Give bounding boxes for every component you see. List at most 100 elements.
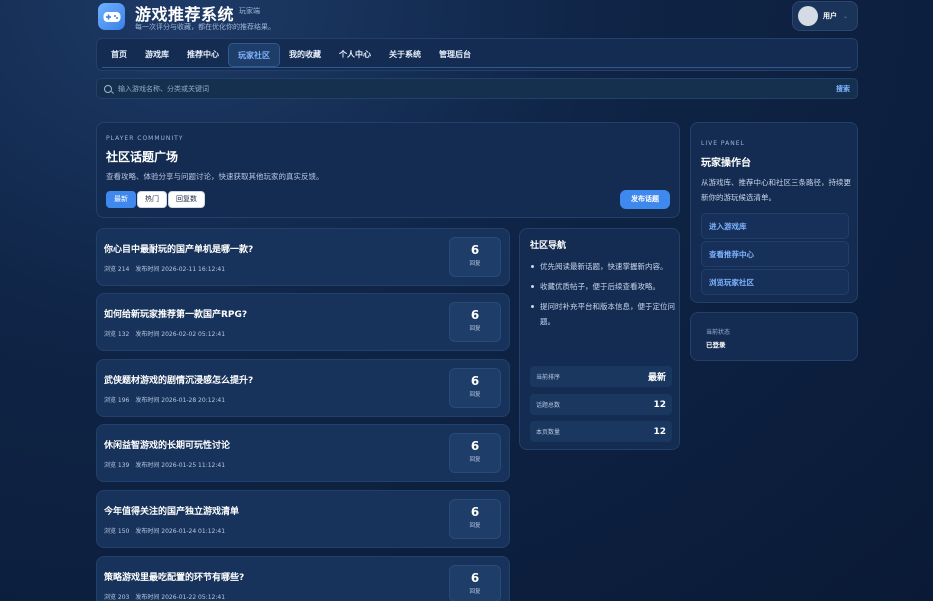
stat-label: 本页数量 [536, 429, 561, 436]
stat-page-count: 本页数量 12 [530, 421, 672, 442]
guide-tips: 优先阅读最新话题，快速掌握新内容。 收藏优质帖子，便于后续查看攻略。 提问时补充… [530, 259, 675, 334]
stat-label: 当前排序 [536, 374, 561, 381]
topic-card[interactable]: 武侠题材游戏的剧情沉浸感怎么提升? 浏览 196 发布时间 2026-01-28 … [96, 359, 510, 417]
reply-count: 6 [470, 439, 480, 453]
app-subtitle: 每一次评分与收藏，都在优化你的推荐结果。 [135, 23, 275, 31]
topic-card[interactable]: 休闲益智游戏的长期可玩性讨论 浏览 139 发布时间 2026-01-25 11:… [96, 424, 510, 482]
nav-item-community[interactable]: 玩家社区 [228, 42, 280, 67]
topic-title[interactable]: 今年值得关注的国产独立游戏清单 [104, 504, 239, 517]
topic-meta: 浏览 203 发布时间 2026-01-22 05:12:41 [104, 592, 225, 601]
guide-tip: 收藏优质帖子，便于后续查看攻略。 [530, 279, 675, 294]
community-header-card: PLAYER COMMUNITY 社区话题广场 查看攻略、体验分享与问题讨论，快… [96, 122, 680, 218]
sort-tabs: 最新 热门 回复数 [106, 191, 205, 208]
topic-time: 发布时间 2026-01-24 01:12:41 [135, 528, 226, 535]
community-kicker: PLAYER COMMUNITY [106, 135, 184, 142]
login-status-card: 当前状态 已登录 [690, 312, 858, 361]
chevron-down-icon: ⌄ [843, 12, 849, 20]
community-guide-card: 社区导航 优先阅读最新话题，快速掌握新内容。 收藏优质帖子，便于后续查看攻略。 … [519, 228, 680, 450]
reply-label: 回复 [469, 261, 481, 267]
gamepad-icon [103, 11, 120, 22]
reply-count-box: 6 回复 [449, 499, 501, 539]
stat-value: 最新 [647, 373, 666, 383]
topic-title[interactable]: 策略游戏里最吃配置的环节有哪些? [104, 570, 244, 583]
sort-hot-button[interactable]: 热门 [137, 191, 167, 208]
topic-time: 发布时间 2026-01-22 05:12:41 [135, 594, 226, 601]
link-recommendations[interactable]: 查看推荐中心 [701, 241, 849, 267]
link-game-library[interactable]: 进入游戏库 [701, 213, 849, 239]
nav-item-profile[interactable]: 个人中心 [330, 43, 380, 67]
live-panel-description: 从游戏库、推荐中心和社区三条路径，持续更新你的游玩候选清单。 [701, 178, 851, 202]
sort-replies-button[interactable]: 回复数 [168, 191, 205, 208]
new-topic-button[interactable]: 发布话题 [620, 190, 670, 209]
guide-tip: 提问时补充平台和版本信息，便于定位问题。 [530, 299, 675, 329]
topic-views: 浏览 132 [104, 331, 130, 338]
topic-meta: 浏览 132 发布时间 2026-02-02 05:12:41 [104, 329, 225, 338]
topic-meta: 浏览 196 发布时间 2026-01-28 20:12:41 [104, 395, 225, 404]
nav-item-about[interactable]: 关于系统 [380, 43, 430, 67]
search-icon [104, 84, 112, 93]
live-panel-kicker: LIVE PANEL [701, 140, 745, 147]
reply-count-box: 6 回复 [449, 433, 501, 473]
reply-count-box: 6 回复 [449, 237, 501, 277]
avatar [798, 6, 818, 26]
live-panel-title: 玩家操作台 [701, 158, 751, 169]
topic-meta: 浏览 139 发布时间 2026-01-25 11:12:41 [104, 460, 225, 469]
nav-item-recommendations[interactable]: 推荐中心 [178, 43, 228, 67]
sort-latest-button[interactable]: 最新 [106, 191, 136, 208]
main-nav: 首页 游戏库 推荐中心 玩家社区 我的收藏 个人中心 关于系统 管理后台 [96, 38, 858, 71]
page-title: 社区话题广场 [106, 150, 179, 164]
status-badge: 已登录 [706, 341, 726, 349]
reply-count: 6 [470, 243, 480, 257]
stat-total-topics: 话题总数 12 [530, 394, 672, 415]
nav-item-favorites[interactable]: 我的收藏 [280, 43, 330, 67]
topic-title[interactable]: 武侠题材游戏的剧情沉浸感怎么提升? [104, 373, 253, 386]
topic-card[interactable]: 如何给新玩家推荐第一款国产RPG? 浏览 132 发布时间 2026-02-02 … [96, 293, 510, 351]
nav-item-home[interactable]: 首页 [102, 43, 136, 67]
reply-count-box: 6 回复 [449, 368, 501, 408]
topic-card[interactable]: 你心目中最耐玩的国产单机是哪一款? 浏览 214 发布时间 2026-02-11 … [96, 228, 510, 286]
app-header: 游戏推荐系统 玩家端 每一次评分与收藏，都在优化你的推荐结果。 用户 ⌄ [96, 0, 858, 38]
stat-label: 话题总数 [536, 402, 561, 409]
topic-title[interactable]: 休闲益智游戏的长期可玩性讨论 [104, 438, 230, 451]
stat-value: 12 [653, 426, 666, 437]
nav-item-admin[interactable]: 管理后台 [430, 43, 480, 67]
guide-tip: 优先阅读最新话题，快速掌握新内容。 [530, 259, 675, 274]
nav-bar: 首页 游戏库 推荐中心 玩家社区 我的收藏 个人中心 关于系统 管理后台 [102, 42, 851, 68]
role-badge: 玩家端 [239, 7, 260, 15]
reply-label: 回复 [469, 523, 481, 529]
topic-views: 浏览 214 [104, 266, 130, 273]
topic-card[interactable]: 策略游戏里最吃配置的环节有哪些? 浏览 203 发布时间 2026-01-22 0… [96, 556, 510, 601]
topic-meta: 浏览 214 发布时间 2026-02-11 16:12:41 [104, 264, 225, 273]
topic-views: 浏览 150 [104, 528, 130, 535]
reply-count-box: 6 回复 [449, 302, 501, 342]
topic-time: 发布时间 2026-02-11 16:12:41 [135, 266, 226, 273]
reply-label: 回复 [469, 326, 481, 332]
topic-meta: 浏览 150 发布时间 2026-01-24 01:12:41 [104, 526, 225, 535]
link-community[interactable]: 浏览玩家社区 [701, 269, 849, 295]
guide-title: 社区导航 [530, 241, 567, 251]
stat-value: 12 [653, 399, 666, 410]
topic-card[interactable]: 今年值得关注的国产独立游戏清单 浏览 150 发布时间 2026-01-24 01… [96, 490, 510, 548]
gamepad-logo-icon [98, 3, 125, 30]
topic-title[interactable]: 你心目中最耐玩的国产单机是哪一款? [104, 242, 253, 255]
topic-time: 发布时间 2026-02-02 05:12:41 [135, 331, 226, 338]
topic-views: 浏览 139 [104, 462, 130, 469]
user-menu-button[interactable]: 用户 ⌄ [792, 1, 858, 31]
reply-label: 回复 [469, 589, 481, 595]
status-label: 当前状态 [706, 329, 731, 336]
nav-item-game-library[interactable]: 游戏库 [136, 43, 178, 67]
live-panel-card: LIVE PANEL 玩家操作台 从游戏库、推荐中心和社区三条路径，持续更新你的… [690, 122, 858, 303]
user-name: 用户 [823, 12, 837, 20]
topic-title[interactable]: 如何给新玩家推荐第一款国产RPG? [104, 307, 247, 320]
reply-count: 6 [470, 571, 480, 585]
community-description: 查看攻略、体验分享与问题讨论，快速获取其他玩家的真实反馈。 [106, 172, 324, 181]
search-bar: 搜索 [96, 78, 858, 99]
topic-time: 发布时间 2026-01-25 11:12:41 [135, 462, 226, 469]
topic-time: 发布时间 2026-01-28 20:12:41 [135, 397, 226, 404]
reply-count: 6 [470, 308, 480, 322]
reply-count: 6 [470, 374, 480, 388]
search-input[interactable] [118, 84, 836, 93]
search-button[interactable]: 搜索 [836, 84, 850, 94]
reply-count: 6 [470, 505, 480, 519]
topic-views: 浏览 196 [104, 397, 130, 404]
